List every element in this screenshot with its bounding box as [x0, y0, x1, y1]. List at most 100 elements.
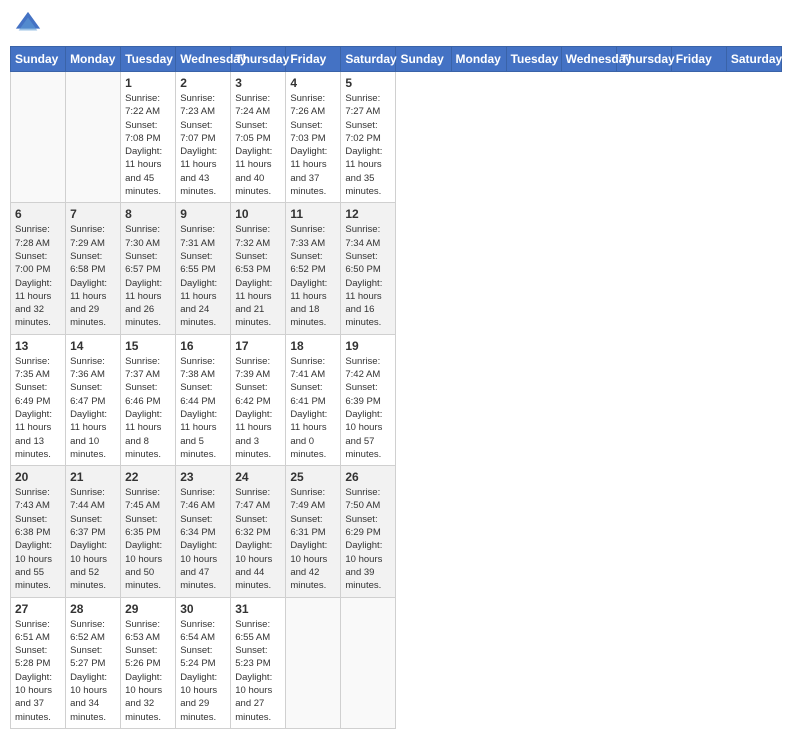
calendar-cell — [11, 72, 66, 203]
calendar-cell: 4 Sunrise: 7:26 AM Sunset: 7:03 PM Daylig… — [286, 72, 341, 203]
logo — [14, 10, 46, 38]
calendar-cell: 31Sunrise: 6:55 AM Sunset: 5:23 PM Dayli… — [231, 597, 286, 728]
weekday-header: Tuesday — [121, 47, 176, 72]
day-info: Sunrise: 7:47 AM Sunset: 6:32 PM Dayligh… — [235, 486, 281, 592]
day-number: 14 — [70, 339, 116, 353]
calendar-cell: 16 Sunrise: 7:38 AM Sunset: 6:44 PM Dayli… — [176, 334, 231, 465]
calendar-cell: 23 Sunrise: 7:46 AM Sunset: 6:34 PM Dayli… — [176, 466, 231, 597]
day-info: Sunrise: 7:39 AM Sunset: 6:42 PM Dayligh… — [235, 355, 281, 461]
weekday-header: Saturday — [341, 47, 396, 72]
calendar-week-row: 13 Sunrise: 7:35 AM Sunset: 6:49 PM Dayli… — [11, 334, 782, 465]
day-info: Sunrise: 6:54 AM Sunset: 5:24 PM Dayligh… — [180, 618, 226, 724]
day-number: 1 — [125, 76, 171, 90]
weekday-header-wednesday: Wednesday — [561, 47, 616, 72]
day-info: Sunrise: 7:31 AM Sunset: 6:55 PM Dayligh… — [180, 223, 226, 329]
weekday-header-monday: Monday — [451, 47, 506, 72]
day-info: Sunrise: 7:26 AM Sunset: 7:03 PM Dayligh… — [290, 92, 336, 198]
day-info: Sunrise: 7:43 AM Sunset: 6:38 PM Dayligh… — [15, 486, 61, 592]
day-number: 23 — [180, 470, 226, 484]
day-info: Sunrise: 7:45 AM Sunset: 6:35 PM Dayligh… — [125, 486, 171, 592]
day-number: 21 — [70, 470, 116, 484]
day-number: 18 — [290, 339, 336, 353]
day-number: 8 — [125, 207, 171, 221]
day-info: Sunrise: 7:36 AM Sunset: 6:47 PM Dayligh… — [70, 355, 116, 461]
day-number: 13 — [15, 339, 61, 353]
calendar-cell: 5 Sunrise: 7:27 AM Sunset: 7:02 PM Daylig… — [341, 72, 396, 203]
day-number: 4 — [290, 76, 336, 90]
day-number: 5 — [345, 76, 391, 90]
day-number: 6 — [15, 207, 61, 221]
calendar-cell: 20 Sunrise: 7:43 AM Sunset: 6:38 PM Dayli… — [11, 466, 66, 597]
weekday-header-sunday: Sunday — [396, 47, 451, 72]
calendar-cell: 11 Sunrise: 7:33 AM Sunset: 6:52 PM Dayli… — [286, 203, 341, 334]
calendar-cell: 30 Sunrise: 6:54 AM Sunset: 5:24 PM Dayli… — [176, 597, 231, 728]
calendar-cell: 27Sunrise: 6:51 AM Sunset: 5:28 PM Dayli… — [11, 597, 66, 728]
calendar-week-row: 20 Sunrise: 7:43 AM Sunset: 6:38 PM Dayli… — [11, 466, 782, 597]
weekday-header: Monday — [66, 47, 121, 72]
day-number: 12 — [345, 207, 391, 221]
day-number: 28 — [70, 602, 116, 616]
day-info: Sunrise: 6:52 AM Sunset: 5:27 PM Dayligh… — [70, 618, 116, 724]
weekday-header-saturday: Saturday — [726, 47, 781, 72]
day-info: Sunrise: 7:46 AM Sunset: 6:34 PM Dayligh… — [180, 486, 226, 592]
calendar-cell: 21 Sunrise: 7:44 AM Sunset: 6:37 PM Dayli… — [66, 466, 121, 597]
day-number: 19 — [345, 339, 391, 353]
day-number: 30 — [180, 602, 226, 616]
day-number: 22 — [125, 470, 171, 484]
day-info: Sunrise: 7:37 AM Sunset: 6:46 PM Dayligh… — [125, 355, 171, 461]
day-info: Sunrise: 7:27 AM Sunset: 7:02 PM Dayligh… — [345, 92, 391, 198]
calendar-header-row: SundayMondayTuesdayWednesdayThursdayFrid… — [11, 47, 782, 72]
calendar-cell: 3 Sunrise: 7:24 AM Sunset: 7:05 PM Daylig… — [231, 72, 286, 203]
calendar-cell: 7 Sunrise: 7:29 AM Sunset: 6:58 PM Daylig… — [66, 203, 121, 334]
day-info: Sunrise: 7:29 AM Sunset: 6:58 PM Dayligh… — [70, 223, 116, 329]
day-number: 16 — [180, 339, 226, 353]
calendar-cell: 25Sunrise: 7:49 AM Sunset: 6:31 PM Dayli… — [286, 466, 341, 597]
calendar-cell — [66, 72, 121, 203]
day-info: Sunrise: 7:33 AM Sunset: 6:52 PM Dayligh… — [290, 223, 336, 329]
calendar-week-row: 1 Sunrise: 7:22 AM Sunset: 7:08 PM Daylig… — [11, 72, 782, 203]
calendar-cell: 9Sunrise: 7:31 AM Sunset: 6:55 PM Daylig… — [176, 203, 231, 334]
day-info: Sunrise: 7:38 AM Sunset: 6:44 PM Dayligh… — [180, 355, 226, 461]
weekday-header: Thursday — [231, 47, 286, 72]
calendar-cell: 26 Sunrise: 7:50 AM Sunset: 6:29 PM Dayli… — [341, 466, 396, 597]
calendar-cell: 6Sunrise: 7:28 AM Sunset: 7:00 PM Daylig… — [11, 203, 66, 334]
calendar-cell: 12Sunrise: 7:34 AM Sunset: 6:50 PM Dayli… — [341, 203, 396, 334]
day-info: Sunrise: 7:44 AM Sunset: 6:37 PM Dayligh… — [70, 486, 116, 592]
calendar-cell — [341, 597, 396, 728]
calendar-cell: 15 Sunrise: 7:37 AM Sunset: 6:46 PM Dayli… — [121, 334, 176, 465]
calendar-cell: 14 Sunrise: 7:36 AM Sunset: 6:47 PM Dayli… — [66, 334, 121, 465]
day-info: Sunrise: 7:30 AM Sunset: 6:57 PM Dayligh… — [125, 223, 171, 329]
day-number: 20 — [15, 470, 61, 484]
day-info: Sunrise: 7:49 AM Sunset: 6:31 PM Dayligh… — [290, 486, 336, 592]
day-info: Sunrise: 7:24 AM Sunset: 7:05 PM Dayligh… — [235, 92, 281, 198]
logo-icon — [14, 10, 42, 38]
day-number: 15 — [125, 339, 171, 353]
day-info: Sunrise: 7:42 AM Sunset: 6:39 PM Dayligh… — [345, 355, 391, 461]
calendar-cell: 13 Sunrise: 7:35 AM Sunset: 6:49 PM Dayli… — [11, 334, 66, 465]
day-info: Sunrise: 7:32 AM Sunset: 6:53 PM Dayligh… — [235, 223, 281, 329]
day-number: 7 — [70, 207, 116, 221]
day-number: 31 — [235, 602, 281, 616]
calendar-cell: 1 Sunrise: 7:22 AM Sunset: 7:08 PM Daylig… — [121, 72, 176, 203]
calendar-week-row: 6Sunrise: 7:28 AM Sunset: 7:00 PM Daylig… — [11, 203, 782, 334]
calendar-cell: 8 Sunrise: 7:30 AM Sunset: 6:57 PM Daylig… — [121, 203, 176, 334]
calendar-table: SundayMondayTuesdayWednesdayThursdayFrid… — [10, 46, 782, 729]
calendar-cell: 10Sunrise: 7:32 AM Sunset: 6:53 PM Dayli… — [231, 203, 286, 334]
weekday-header-tuesday: Tuesday — [506, 47, 561, 72]
day-info: Sunrise: 7:35 AM Sunset: 6:49 PM Dayligh… — [15, 355, 61, 461]
weekday-header: Friday — [286, 47, 341, 72]
day-number: 26 — [345, 470, 391, 484]
calendar-cell: 24Sunrise: 7:47 AM Sunset: 6:32 PM Dayli… — [231, 466, 286, 597]
day-info: Sunrise: 6:53 AM Sunset: 5:26 PM Dayligh… — [125, 618, 171, 724]
day-number: 11 — [290, 207, 336, 221]
day-info: Sunrise: 7:50 AM Sunset: 6:29 PM Dayligh… — [345, 486, 391, 592]
calendar-cell: 19 Sunrise: 7:42 AM Sunset: 6:39 PM Dayli… — [341, 334, 396, 465]
day-number: 3 — [235, 76, 281, 90]
day-number: 17 — [235, 339, 281, 353]
day-info: Sunrise: 7:22 AM Sunset: 7:08 PM Dayligh… — [125, 92, 171, 198]
calendar-week-row: 27Sunrise: 6:51 AM Sunset: 5:28 PM Dayli… — [11, 597, 782, 728]
weekday-header-thursday: Thursday — [616, 47, 671, 72]
calendar-cell: 18Sunrise: 7:41 AM Sunset: 6:41 PM Dayli… — [286, 334, 341, 465]
day-info: Sunrise: 7:23 AM Sunset: 7:07 PM Dayligh… — [180, 92, 226, 198]
calendar-cell: 22 Sunrise: 7:45 AM Sunset: 6:35 PM Dayli… — [121, 466, 176, 597]
